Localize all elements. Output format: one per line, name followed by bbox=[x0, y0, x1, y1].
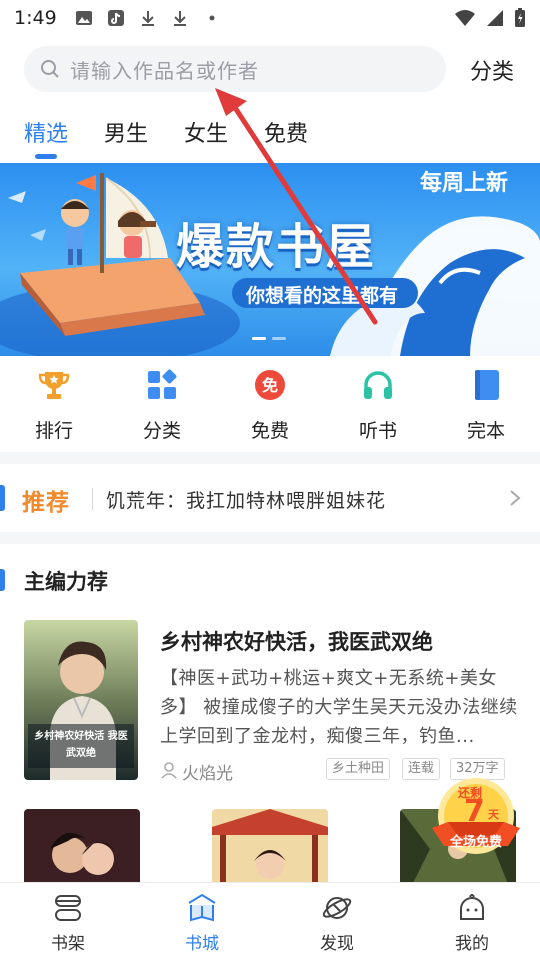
bottom-nav: 书架 书城 发现 我的 bbox=[0, 882, 540, 960]
tab-free[interactable]: 免费 bbox=[264, 116, 308, 148]
nav-profile[interactable]: 我的 bbox=[432, 891, 512, 954]
free-promo-badge[interactable]: 还剩 7 天 全场免费 bbox=[428, 772, 524, 862]
trophy-icon bbox=[38, 372, 70, 399]
download-icon bbox=[173, 11, 186, 26]
book-thumbnail-art bbox=[24, 809, 140, 883]
image-notification-icon bbox=[75, 11, 92, 25]
search-icon bbox=[41, 60, 59, 78]
wifi-icon bbox=[455, 10, 475, 26]
tab-female[interactable]: 女生 bbox=[184, 116, 228, 148]
quick-nav-label: 听书 bbox=[358, 420, 397, 442]
book-tag: 乡土种田 bbox=[326, 758, 391, 780]
quick-nav-label: 免费 bbox=[250, 420, 289, 442]
quick-nav: 排行 分类 免 免费 听书 完本 bbox=[0, 366, 540, 450]
recommend-separator bbox=[92, 488, 93, 510]
recommend-title: 推荐 bbox=[22, 490, 70, 516]
book-title[interactable]: 乡村神农好快活，我医武双绝 bbox=[160, 626, 433, 656]
quick-nav-label: 排行 bbox=[34, 420, 73, 442]
book-thumbnail[interactable] bbox=[24, 809, 140, 883]
tab-indicator bbox=[35, 154, 57, 159]
svg-text:免: 免 bbox=[262, 376, 278, 395]
search-input[interactable]: 请输入作品名或作者 bbox=[24, 46, 446, 92]
promo-unit: 天 bbox=[488, 808, 499, 821]
nav-label: 我的 bbox=[455, 934, 489, 954]
banner-subtitle: 你想看的这里都有 bbox=[246, 285, 399, 307]
signal-icon bbox=[487, 10, 503, 26]
search-row: 请输入作品名或作者 分类 bbox=[0, 44, 540, 94]
nav-bookstore[interactable]: 书城 bbox=[162, 891, 242, 954]
profile-icon bbox=[460, 894, 484, 920]
nav-label: 书架 bbox=[51, 934, 85, 954]
recommend-book-link[interactable]: 饥荒年：我扛加特林喂胖姐妹花 bbox=[106, 486, 386, 513]
banner-pagination bbox=[252, 337, 286, 340]
featured-book[interactable]: 乡村神农好快活 我医武双绝 乡村神农好快活，我医武双绝 【神医+武功+桃运+爽文… bbox=[0, 620, 540, 785]
chevron-right-icon bbox=[510, 490, 521, 506]
quick-nav-audiobook[interactable]: 听书 bbox=[338, 366, 418, 443]
quick-nav-free[interactable]: 免 免费 bbox=[230, 366, 310, 443]
editor-picks-header: 主编力荐 bbox=[0, 560, 540, 600]
bookshelf-icon bbox=[55, 895, 81, 921]
status-time: 1:49 bbox=[14, 7, 57, 29]
book-description: 【神医+武功+桃运+爽文+无系统+美女多】 被撞成傻子的大学生吴天元没办法继续上… bbox=[160, 668, 518, 747]
quick-nav-category[interactable]: 分类 bbox=[122, 366, 202, 443]
nav-label: 发现 bbox=[320, 934, 354, 954]
tab-featured[interactable]: 精选 bbox=[24, 116, 68, 148]
quick-nav-label: 完本 bbox=[466, 420, 505, 442]
promo-bottom-text: 全场免费 bbox=[449, 835, 502, 850]
book-cover-title: 乡村神农好快活 我医武双绝 bbox=[34, 731, 128, 759]
category-button[interactable]: 分类 bbox=[470, 54, 514, 86]
book-icon bbox=[475, 370, 499, 400]
headphones-icon bbox=[364, 371, 392, 399]
quick-nav-ranking[interactable]: 排行 bbox=[14, 366, 94, 443]
nav-label: 书城 bbox=[185, 934, 219, 954]
download-icon bbox=[141, 11, 154, 26]
banner-title: 爆款书屋 bbox=[176, 219, 377, 275]
section-title: 主编力荐 bbox=[24, 570, 108, 594]
search-placeholder: 请输入作品名或作者 bbox=[70, 58, 259, 83]
book-thumbnail-art bbox=[212, 809, 328, 883]
banner-dot bbox=[252, 337, 266, 340]
section-divider bbox=[0, 452, 540, 464]
author-icon bbox=[161, 762, 177, 779]
book-cover[interactable]: 乡村神农好快活 我医武双绝 bbox=[24, 620, 138, 780]
channel-tabs: 精选 男生 女生 免费 bbox=[0, 104, 540, 160]
banner-badge: 每周上新 bbox=[420, 171, 509, 196]
quick-nav-label: 分类 bbox=[142, 420, 181, 442]
nav-discover[interactable]: 发现 bbox=[297, 891, 377, 954]
status-bar: 1:49 bbox=[0, 0, 540, 36]
section-marker bbox=[0, 569, 5, 591]
tab-male[interactable]: 男生 bbox=[104, 116, 148, 148]
free-icon: 免 bbox=[255, 370, 285, 400]
banner-dot bbox=[272, 337, 286, 340]
recommend-marker bbox=[0, 485, 5, 511]
nav-bookshelf[interactable]: 书架 bbox=[28, 891, 108, 954]
quick-nav-completed[interactable]: 完本 bbox=[446, 366, 526, 443]
notification-icons bbox=[75, 9, 221, 27]
section-divider bbox=[0, 532, 540, 544]
recommend-bar[interactable]: 推荐 饥荒年：我扛加特林喂胖姐妹花 bbox=[0, 466, 540, 530]
more-notifications-dot-icon bbox=[209, 15, 215, 21]
tiktok-notification-icon bbox=[107, 10, 124, 26]
planet-icon bbox=[322, 897, 352, 919]
bookstore-icon bbox=[188, 893, 216, 922]
promo-number: 7 bbox=[464, 794, 485, 829]
book-thumbnail[interactable] bbox=[212, 809, 328, 883]
promo-banner[interactable]: 爆款书屋 每周上新 你想看的这里都有 bbox=[0, 163, 540, 356]
book-author: 火焰光 bbox=[182, 764, 233, 784]
battery-charging-icon bbox=[515, 8, 525, 27]
system-icons bbox=[454, 8, 526, 28]
category-grid-icon bbox=[148, 369, 177, 399]
